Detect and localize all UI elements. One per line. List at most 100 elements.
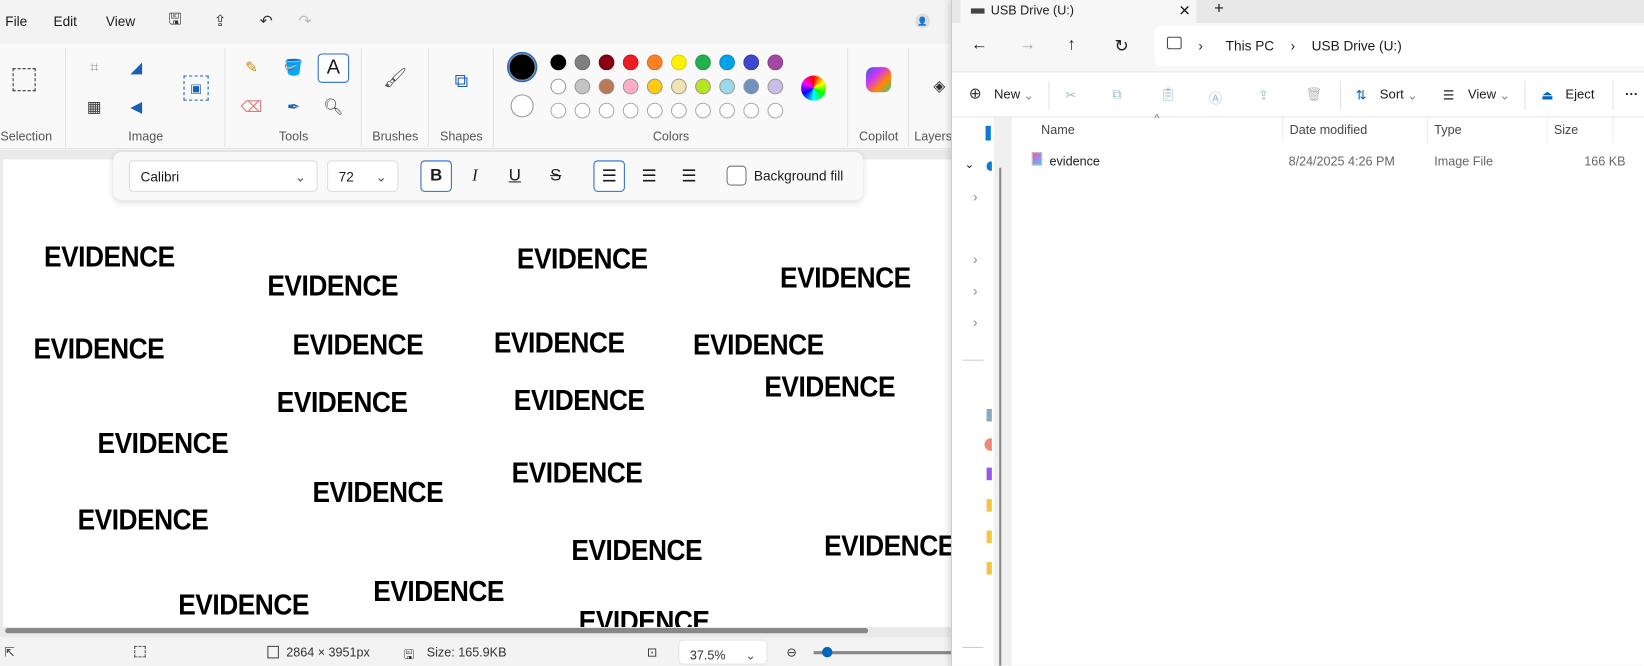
menu-view[interactable]: View [106,14,135,30]
account-icon[interactable]: 👤 [915,13,930,29]
expand-chevron-icon[interactable]: ⌄ [965,157,975,171]
color-swatch[interactable] [767,78,784,95]
up-icon[interactable]: ↑ [1067,36,1075,55]
column-header-name[interactable]: Name [1041,123,1075,138]
color-swatch[interactable] [598,54,615,71]
column-header-size[interactable]: Size [1554,123,1578,138]
paste-icon[interactable]: 📋︎ [1160,87,1177,103]
close-tab-icon[interactable]: ✕ [1178,2,1190,20]
flip-icon[interactable]: ◀ [126,96,147,117]
color-swatch[interactable] [671,54,687,71]
color-swatch[interactable] [695,78,711,95]
color-swatch[interactable] [622,78,639,95]
primary-color-swatch[interactable] [508,53,536,81]
underline-button[interactable]: U [499,160,530,191]
file-row[interactable]: evidence 8/24/2025 4:26 PM Image File 16… [1025,147,1633,174]
color-swatch[interactable] [550,54,567,71]
new-button[interactable]: New [994,87,1020,102]
color-swatch[interactable] [767,54,784,71]
empty-color-swatch[interactable] [646,102,663,119]
empty-color-swatch[interactable] [622,102,639,119]
view-button[interactable]: View [1468,87,1496,102]
color-swatch[interactable] [743,78,760,95]
shapes-icon[interactable]: ⧉ [450,69,473,92]
share-icon[interactable]: ⇪ [1258,87,1269,103]
zoom-slider-thumb[interactable] [822,646,833,658]
color-swatch[interactable] [719,78,735,95]
text-tool-icon[interactable]: A [317,53,350,83]
empty-color-swatch[interactable] [671,102,687,119]
column-header-date[interactable]: Date modified [1290,123,1368,138]
zoom-slider[interactable] [813,651,951,655]
undo-icon[interactable]: ↶ [256,10,277,31]
secondary-color-swatch[interactable] [510,94,534,118]
color-swatch[interactable] [550,78,567,95]
color-swatch[interactable] [574,78,591,95]
forward-icon[interactable]: → [1019,36,1036,55]
strikethrough-button[interactable]: S [540,160,571,191]
color-swatch[interactable] [671,78,687,95]
italic-button[interactable]: I [459,160,490,191]
color-swatch[interactable] [574,54,591,71]
align-center-button[interactable]: ☰ [633,160,664,191]
empty-color-swatch[interactable] [767,102,784,119]
edit-colors-icon[interactable] [801,75,827,101]
empty-color-swatch[interactable] [598,102,615,119]
bold-button[interactable]: B [420,160,452,192]
horizontal-scrollbar[interactable] [5,628,869,634]
pencil-icon[interactable]: ✎ [241,57,262,78]
redo-icon[interactable]: ↷ [295,10,316,31]
magnifier-icon[interactable]: 🔍︎ [323,96,344,117]
nav-pane-scrollbar[interactable] [999,167,1002,666]
new-tab-icon[interactable]: + [1214,0,1224,19]
color-swatch[interactable] [646,78,663,95]
font-size-select[interactable]: 72 ⌄ [327,160,399,192]
eraser-icon[interactable]: ⌫ [241,96,263,117]
menu-edit[interactable]: Edit [53,14,76,30]
eject-icon[interactable]: ⏏ [1541,87,1553,103]
delete-icon[interactable]: 🗑︎ [1305,87,1322,103]
image-properties-icon[interactable]: ▣ [183,75,209,101]
new-icon[interactable]: ⊕ [969,84,982,103]
crop-icon[interactable]: ⌗ [84,57,105,78]
color-swatch[interactable] [598,78,615,95]
address-bar[interactable]: › This PC › USB Drive (U:) [1154,26,1644,67]
copilot-icon[interactable] [866,67,892,93]
color-swatch[interactable] [695,54,711,71]
color-swatch[interactable] [622,54,639,71]
background-fill-checkbox[interactable] [726,165,747,186]
copy-icon[interactable]: ⧉ [1112,87,1121,103]
color-swatch[interactable] [743,54,760,71]
view-icon[interactable]: ☰ [1443,87,1455,103]
canvas[interactable]: EVIDENCE EVIDENCE EVIDENCE EVIDENCE EVIDENCE… [3,159,951,627]
zoom-select[interactable]: 37.5% ⌄ [678,639,768,665]
selection-icon[interactable] [12,68,36,92]
brush-icon[interactable]: 🖌 [383,65,407,90]
breadcrumb-usb-drive[interactable]: USB Drive (U:) [1312,38,1402,54]
zoom-out-icon[interactable]: ⊖ [786,645,797,660]
tab-usb-drive[interactable]: USB Drive (U:) ✕ [960,0,1197,24]
sort-button[interactable]: Sort [1380,87,1404,102]
breadcrumb-this-pc[interactable]: This PC [1226,38,1274,54]
eject-button[interactable]: Eject [1565,87,1594,102]
rotate-icon[interactable]: ◢ [126,57,147,78]
column-header-type[interactable]: Type [1434,123,1461,138]
collapse-chevron-icon[interactable]: › [973,189,978,205]
fit-to-window-icon[interactable]: ⊡ [647,645,658,660]
font-family-select[interactable]: Calibri ⌄ [128,160,318,192]
color-swatch[interactable] [719,54,735,71]
more-options-icon[interactable]: ··· [1625,87,1638,102]
empty-color-swatch[interactable] [695,102,711,119]
color-picker-icon[interactable]: ✒ [283,96,304,117]
empty-color-swatch[interactable] [550,102,567,119]
align-left-button[interactable]: ☰ [593,160,625,192]
empty-color-swatch[interactable] [719,102,735,119]
empty-color-swatch[interactable] [743,102,760,119]
fill-bucket-icon[interactable]: 🪣 [283,57,304,78]
share-icon[interactable]: ⇪ [210,10,231,31]
empty-color-swatch[interactable] [574,102,591,119]
menu-file[interactable]: File [5,14,27,30]
save-icon[interactable]: 🖫 [165,10,186,31]
back-icon[interactable]: ← [971,36,988,55]
refresh-icon[interactable]: ↻ [1115,36,1129,57]
